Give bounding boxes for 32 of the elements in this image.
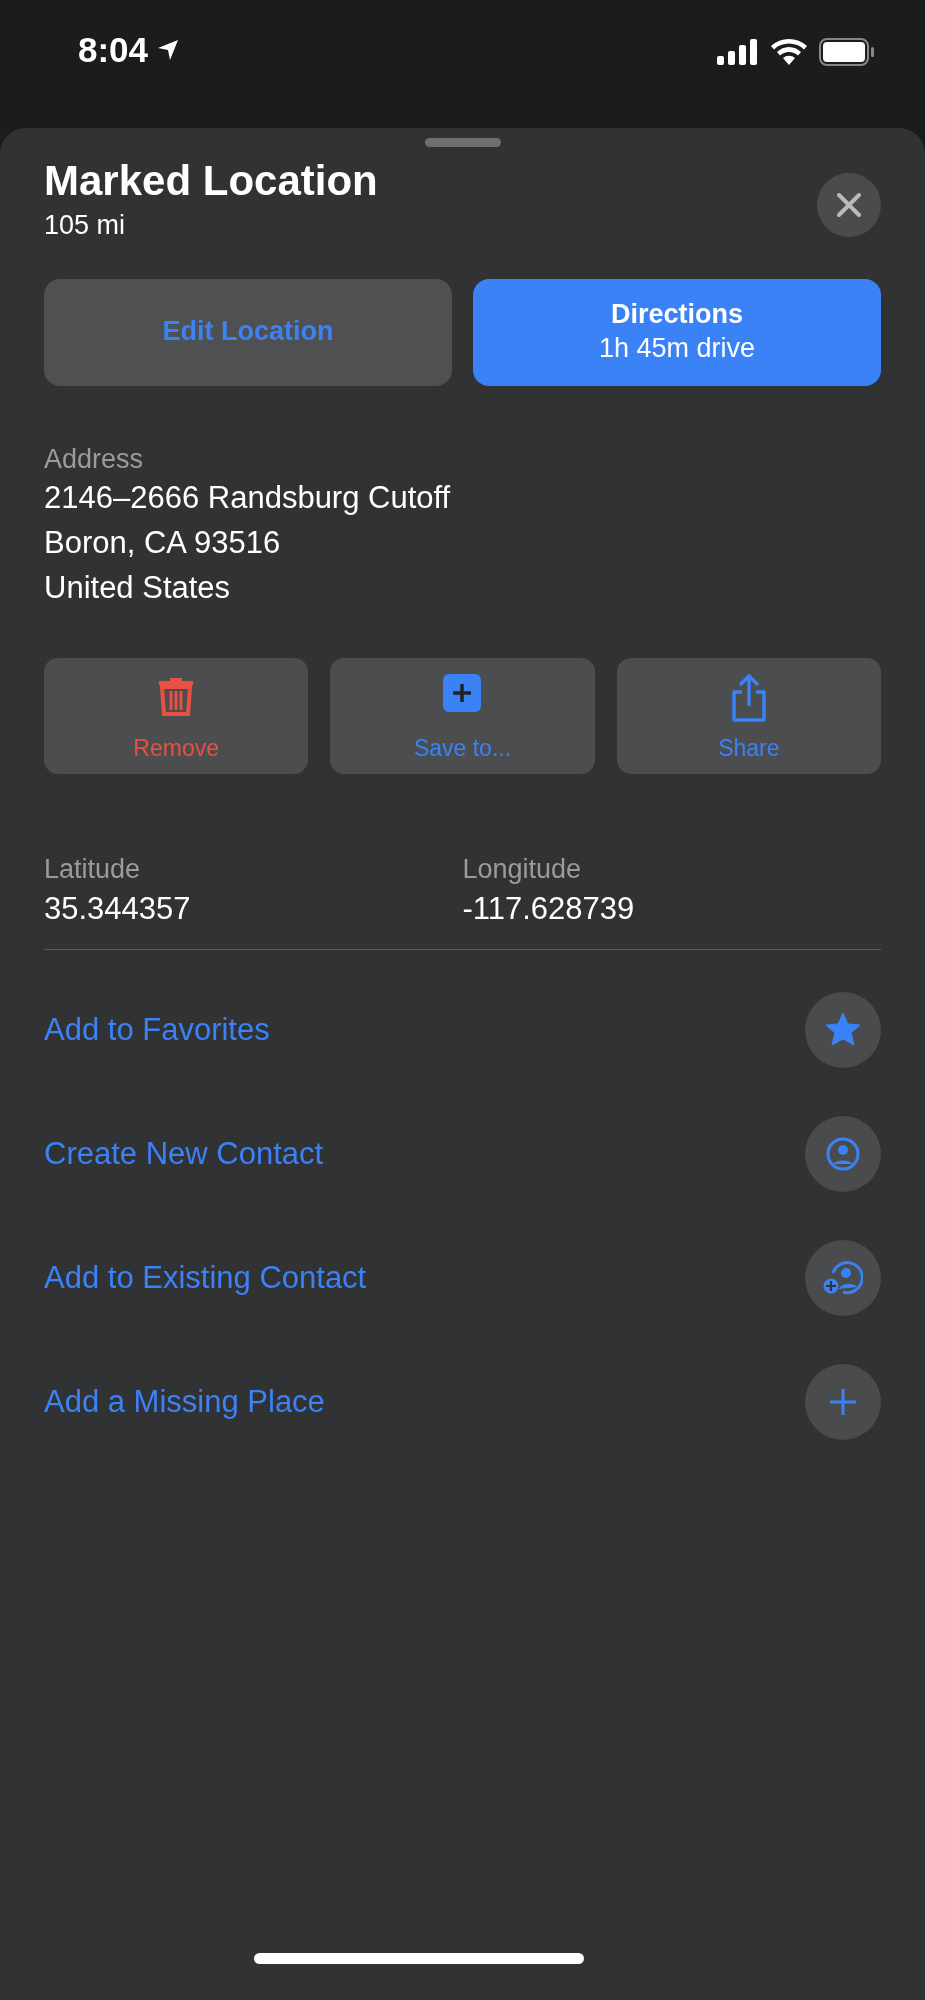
remove-button[interactable]: Remove	[44, 657, 309, 774]
address-line: Boron, CA 93516	[44, 523, 282, 562]
clock-time: 8:04	[78, 30, 149, 70]
sheet-title: Marked Location	[44, 156, 378, 206]
plus-square-icon	[443, 673, 482, 712]
coordinate-value: 35.344357	[44, 890, 192, 927]
location-arrow-icon	[156, 38, 181, 62]
directions-button[interactable]: Directions 1h 45m drive	[473, 278, 881, 386]
battery-icon	[819, 38, 875, 66]
wifi-icon	[771, 39, 807, 65]
coordinate-label: Longitude	[462, 853, 583, 885]
coordinate-value: -117.628739	[462, 890, 636, 927]
address-label: Address	[44, 443, 145, 475]
action-link[interactable]: Add to Favorites	[44, 1011, 270, 1048]
action-link[interactable]: Add a Missing Place	[44, 1383, 325, 1420]
distance-text: 105 mi	[44, 209, 127, 241]
share-icon	[729, 673, 768, 722]
edit-location-button[interactable]: Edit Location	[44, 278, 452, 386]
coordinate-label: Latitude	[44, 853, 142, 885]
address-line: United States	[44, 568, 232, 607]
plus-icon	[829, 1387, 857, 1416]
star-icon	[825, 1011, 861, 1048]
signal-icon	[717, 39, 759, 65]
share-button[interactable]: Share	[616, 657, 881, 774]
grab-handle[interactable]	[424, 138, 501, 147]
close-icon	[836, 192, 862, 218]
action-link[interactable]: Create New Contact	[44, 1135, 324, 1172]
person-circle-icon	[826, 1136, 860, 1171]
save-button[interactable]: Save to...	[330, 657, 595, 774]
action-link[interactable]: Add to Existing Contact	[44, 1259, 367, 1296]
address-line: 2146–2666 Randsburg Cutoff	[44, 478, 452, 517]
add-person-icon	[823, 1260, 863, 1295]
